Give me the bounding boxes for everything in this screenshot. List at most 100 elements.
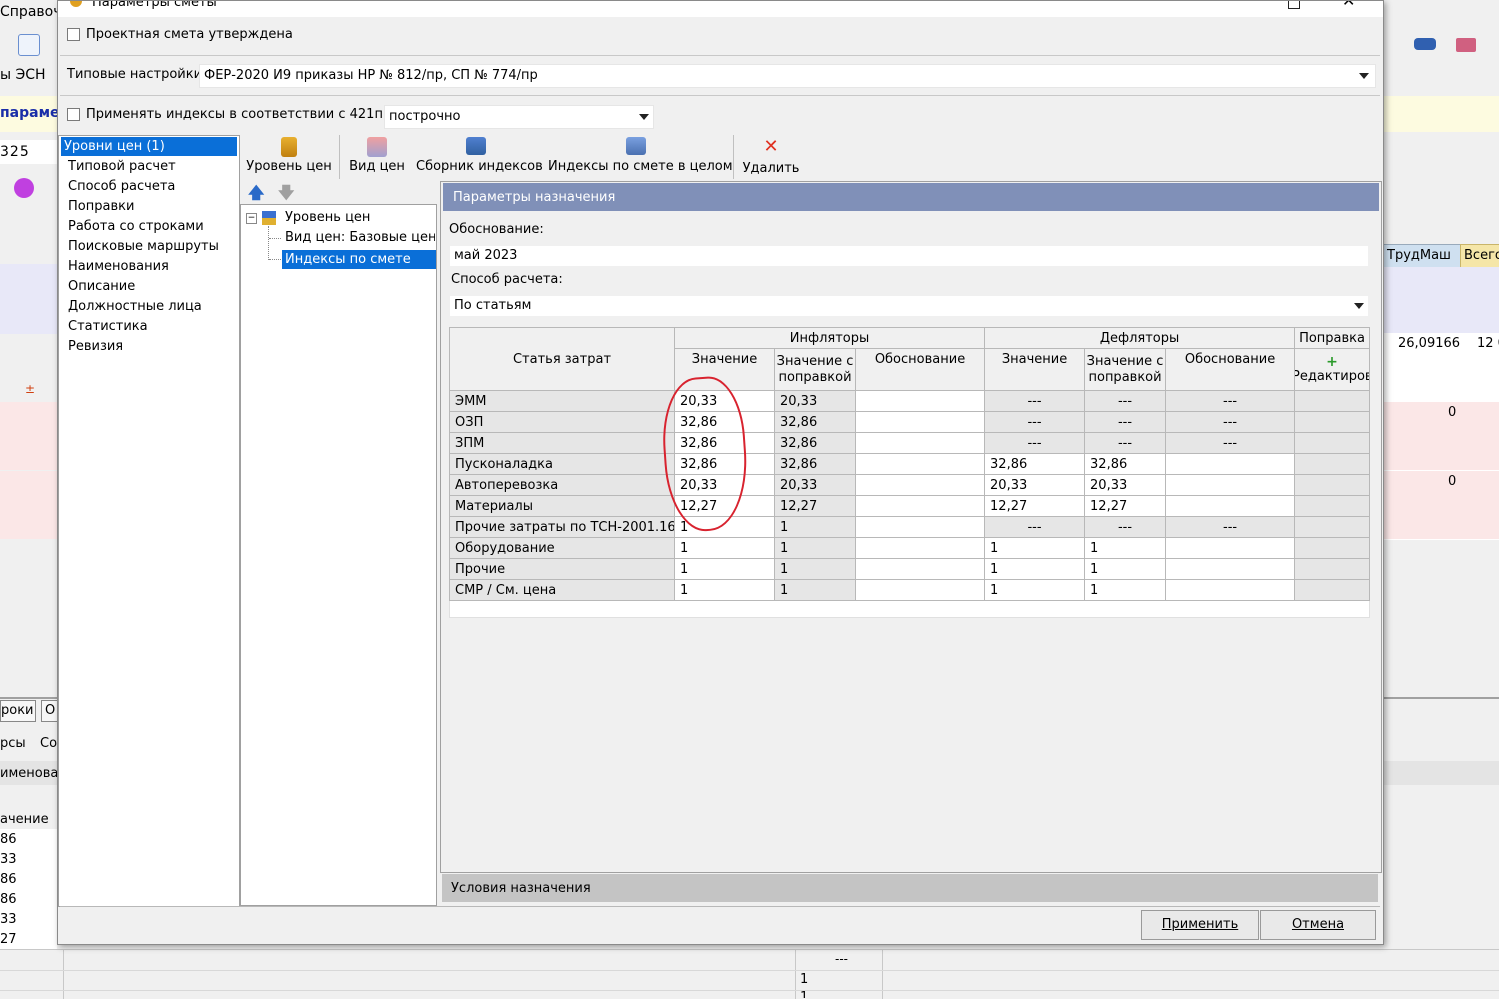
nav-item-corrections[interactable]: Поправки [65,197,137,216]
right-toolbar-icons[interactable] [1384,36,1499,56]
row-correction[interactable] [1294,537,1371,559]
nav-item-calc-method[interactable]: Способ расчета [65,177,178,196]
row-name[interactable]: Автоперевозка [449,474,675,496]
row-name[interactable]: Оборудование [449,537,675,559]
row-deflator-value[interactable]: 12,27 [984,495,1086,517]
row-name[interactable]: Пусконаладка [449,453,675,475]
row-inflator-basis[interactable] [854,516,986,538]
row-deflator-value-corr[interactable]: 32,86 [1084,453,1167,475]
row-inflator-value[interactable]: 1 [674,537,775,559]
correction-edit-button[interactable]: + Редактирова [1294,348,1371,391]
books-icon[interactable] [1456,38,1476,52]
nav-item-description[interactable]: Описание [65,277,138,296]
chevron-down-icon[interactable] [1354,303,1364,309]
row-deflator-value[interactable]: --- [984,411,1086,433]
car-icon[interactable] [1414,38,1436,50]
row-inflator-basis[interactable] [854,474,986,496]
nav-item-row-work[interactable]: Работа со строками [65,217,207,236]
table-row[interactable]: ОЗП 32,86 32,86 --- --- --- [449,411,1371,433]
table-row[interactable]: СМР / См. цена 1 1 1 1 [449,579,1371,601]
row-deflator-value[interactable]: 32,86 [984,453,1086,475]
approved-checkbox[interactable] [67,28,80,41]
table-row[interactable]: Прочие затраты по ТСН-2001.16 1 1 --- --- --- [449,516,1371,538]
nav-item-officials[interactable]: Должностные лица [65,297,205,316]
row-inflator-basis[interactable] [854,537,986,559]
col-header-def-basis[interactable]: Обоснование [1165,348,1296,391]
row-name[interactable]: ЭММ [449,390,675,412]
table-row[interactable]: Оборудование 1 1 1 1 [449,537,1371,559]
row-inflator-value-corr[interactable]: 12,27 [774,495,856,517]
row-correction[interactable] [1294,432,1371,454]
dialog-titlebar[interactable]: Параметры сметы ✕ [58,1,1383,17]
row-inflator-basis[interactable] [854,411,986,433]
apply-mode-select[interactable]: построчно [384,105,654,129]
row-deflator-value-corr[interactable]: 20,33 [1084,474,1167,496]
table-row[interactable]: Пусконаладка 32,86 32,86 32,86 32,86 [449,453,1371,475]
basis-input[interactable]: май 2023 [449,245,1369,267]
purple-circle-icon[interactable] [14,178,34,198]
row-deflator-value-corr[interactable]: 1 [1084,558,1167,580]
nav-item-statistics[interactable]: Статистика [65,317,151,336]
price-level-button[interactable]: Уровень цен [246,137,332,177]
row-correction[interactable] [1294,411,1371,433]
row-correction[interactable] [1294,579,1371,601]
row-deflator-basis[interactable] [1165,579,1296,601]
row-deflator-value[interactable]: 1 [984,558,1086,580]
row-deflator-basis[interactable]: --- [1165,432,1296,454]
col-header-inf-basis[interactable]: Обоснование [854,348,986,391]
row-deflator-basis[interactable] [1165,453,1296,475]
row-inflator-basis[interactable] [854,453,986,475]
row-deflator-value-corr[interactable]: 12,27 [1084,495,1167,517]
row-correction[interactable] [1294,453,1371,475]
row-deflator-value-corr[interactable]: --- [1084,411,1167,433]
row-name[interactable]: Прочие [449,558,675,580]
table-row[interactable]: Автоперевозка 20,33 20,33 20,33 20,33 [449,474,1371,496]
row-inflator-basis[interactable] [854,390,986,412]
add-green-icon[interactable]: ± [25,383,35,395]
chevron-down-icon[interactable] [1359,73,1369,79]
row-deflator-basis[interactable] [1165,558,1296,580]
row-deflator-value[interactable]: --- [984,432,1086,454]
row-correction[interactable] [1294,495,1371,517]
row-inflator-value[interactable]: 1 [674,558,775,580]
tree-child-estimate-indices[interactable]: Индексы по смете [282,250,436,269]
row-correction[interactable] [1294,558,1371,580]
bg-tab-d[interactable]: Со [40,736,57,751]
apply-button[interactable]: Применить [1141,910,1259,940]
row-inflator-value-corr[interactable]: 1 [774,516,856,538]
col-trudmash-header[interactable]: ТрудМаш [1383,244,1461,268]
row-deflator-basis[interactable]: --- [1165,516,1296,538]
row-inflator-basis[interactable] [854,432,986,454]
chevron-down-icon[interactable] [639,114,649,120]
row-deflator-basis[interactable]: --- [1165,411,1296,433]
row-deflator-value-corr[interactable]: --- [1084,432,1167,454]
table-row[interactable]: ЗПМ 32,86 32,86 --- --- --- [449,432,1371,454]
row-deflator-value[interactable]: 20,33 [984,474,1086,496]
tree-root-label[interactable]: Уровень цен [285,210,370,225]
row-inflator-value-corr[interactable]: 32,86 [774,453,856,475]
table-row[interactable]: Материалы 12,27 12,27 12,27 12,27 [449,495,1371,517]
row-deflator-value[interactable]: 1 [984,579,1086,601]
nav-item-typical-calc[interactable]: Типовой расчет [65,157,179,176]
row-name[interactable]: Материалы [449,495,675,517]
row-deflator-basis[interactable] [1165,495,1296,517]
row-correction[interactable] [1294,390,1371,412]
price-type-button[interactable]: Вид цен [348,137,406,177]
row-name[interactable]: ЗПМ [449,432,675,454]
conditions-bar[interactable]: Условия назначения [442,874,1378,902]
row-inflator-value-corr[interactable]: 1 [774,558,856,580]
apply-indices-checkbox[interactable] [67,108,80,121]
nav-item-price-levels[interactable]: Уровни цен (1) [61,137,237,156]
row-inflator-value-corr[interactable]: 32,86 [774,411,856,433]
row-inflator-value-corr[interactable]: 1 [774,537,856,559]
move-up-icon[interactable]: 🡅 [248,185,264,201]
col-header-article[interactable]: Статья затрат [449,327,675,391]
nav-item-names[interactable]: Наименования [65,257,172,276]
tabs-fragment[interactable]: ы ЭСН [0,67,46,83]
row-inflator-basis[interactable] [854,579,986,601]
row-inflator-value[interactable]: 1 [674,579,775,601]
col-header-def-value[interactable]: Значение [984,348,1086,391]
row-name[interactable]: Прочие затраты по ТСН-2001.16 [449,516,675,538]
row-deflator-value-corr[interactable]: 1 [1084,537,1167,559]
row-correction[interactable] [1294,474,1371,496]
